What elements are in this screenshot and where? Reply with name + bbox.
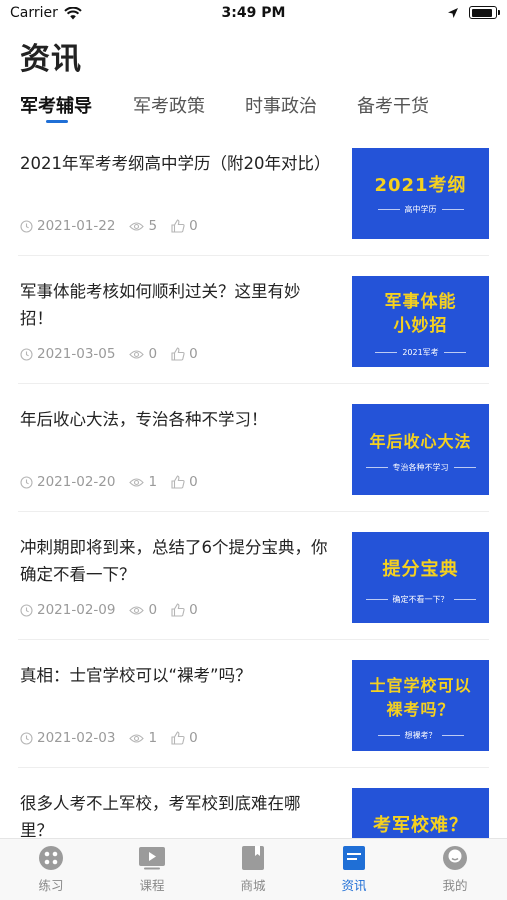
- article-meta: 2021-02-20 1 0: [20, 474, 212, 490]
- tabbar-label: 课程: [139, 878, 165, 893]
- eye-icon: [129, 349, 145, 359]
- thumbnail-subtitle: 专治各种不学习: [352, 462, 489, 473]
- profile-icon: [443, 846, 467, 870]
- article-thumbnail[interactable]: 2021考纲 高中学历: [352, 148, 489, 239]
- article-thumbnail[interactable]: 年后收心大法 专治各种不学习: [352, 404, 489, 495]
- tab-military-exam-tutoring[interactable]: 军考辅导: [20, 92, 92, 118]
- eye-icon: [129, 605, 145, 615]
- article-views: 1: [148, 730, 158, 746]
- article-views: 5: [148, 218, 158, 234]
- article-item[interactable]: 年后收心大法，专治各种不学习！ 2021-02-20 1 0 年后收心大法 专治…: [0, 384, 507, 512]
- thumbnail-headline-line-2: 裸考吗？: [386, 700, 455, 719]
- article-item[interactable]: 真相：士官学校可以“裸考”吗？ 2021-02-03 1 0 士官学校可以 裸考…: [0, 640, 507, 768]
- news-icon: [343, 846, 365, 870]
- thumbnail-headline: 军事体能: [384, 292, 457, 312]
- tabbar-label: 我的: [442, 878, 468, 893]
- clock-icon: [20, 603, 33, 617]
- article-meta: 2021-02-09 0 0: [20, 602, 212, 618]
- thumbnail-subtitle: 2021军考: [352, 347, 489, 358]
- article-date: 2021-03-05: [37, 346, 116, 362]
- article-item[interactable]: 冲刺期即将到来，总结了6个提分宝典，你确定不看一下？ 2021-02-09 0 …: [0, 512, 507, 640]
- tabbar-label: 练习: [38, 878, 64, 893]
- bottom-tab-bar: 练习 课程 商城 资讯 我的: [0, 838, 507, 900]
- article-item[interactable]: 2021年军考考纲高中学历（附20年对比） 2021-01-22 5 0 202…: [0, 128, 507, 256]
- tabbar-news[interactable]: 资讯: [314, 845, 394, 894]
- article-date: 2021-02-09: [37, 602, 116, 618]
- thumbs-up-icon: [171, 475, 185, 489]
- article-date: 2021-02-20: [37, 474, 116, 490]
- article-views: 0: [148, 602, 158, 618]
- article-item[interactable]: 军事体能考核如何顺利过关？这里有妙招！ 2021-03-05 0 0 军事体能 …: [0, 256, 507, 384]
- location-arrow-icon: [448, 7, 458, 18]
- article-title: 军事体能考核如何顺利过关？这里有妙招！: [20, 282, 301, 328]
- article-likes: 0: [189, 474, 198, 490]
- thumbnail-headline: 2021考纲: [374, 175, 467, 196]
- status-time: 3:49 PM: [221, 5, 286, 21]
- article-likes: 0: [189, 346, 198, 362]
- article-likes: 0: [189, 730, 198, 746]
- battery-icon: [469, 6, 500, 19]
- tabbar-practice[interactable]: 练习: [11, 845, 91, 894]
- clock-icon: [20, 347, 33, 361]
- article-thumbnail[interactable]: 考军校难？: [352, 788, 489, 838]
- article-list[interactable]: 2021年军考考纲高中学历（附20年对比） 2021-01-22 5 0 202…: [0, 128, 507, 838]
- thumbnail-headline: 提分宝典: [382, 559, 459, 580]
- article-date: 2021-02-03: [37, 730, 116, 746]
- clock-icon: [20, 731, 33, 745]
- tab-military-exam-policy[interactable]: 军考政策: [133, 92, 205, 118]
- article-meta: 2021-01-22 5 0: [20, 218, 212, 234]
- thumbnail-headline: 年后收心大法: [369, 432, 472, 451]
- tabbar-label: 资讯: [341, 878, 367, 893]
- thumbnail-subtitle: 确定不看一下？: [352, 594, 489, 605]
- article-thumbnail[interactable]: 军事体能 小妙招 2021军考: [352, 276, 489, 367]
- battery-level: [471, 8, 493, 17]
- tab-exam-prep-tips[interactable]: 备考干货: [357, 92, 429, 118]
- tabbar-label: 商城: [240, 878, 266, 893]
- article-title: 2021年军考考纲高中学历（附20年对比）: [20, 154, 331, 173]
- status-bar: Carrier 3:49 PM: [0, 0, 507, 28]
- shop-book-icon: [242, 846, 264, 870]
- article-meta: 2021-02-03 1 0: [20, 730, 212, 746]
- clock-icon: [20, 475, 33, 489]
- clock-icon: [20, 219, 33, 233]
- practice-icon: [39, 846, 63, 870]
- thumbs-up-icon: [171, 603, 185, 617]
- thumbnail-headline-line-2: 小妙招: [393, 316, 448, 336]
- tabbar-shop[interactable]: 商城: [213, 845, 293, 894]
- eye-icon: [129, 477, 145, 487]
- eye-icon: [129, 733, 145, 743]
- article-title: 真相：士官学校可以“裸考”吗？: [20, 666, 252, 685]
- page-title: 资讯: [20, 42, 82, 77]
- thumbnail-headline: 考军校难？: [373, 815, 468, 836]
- thumbnail-subtitle: 想裸考？: [352, 730, 489, 741]
- status-right: [447, 6, 500, 19]
- course-play-icon: [139, 847, 165, 870]
- thumbnail-headline: 士官学校可以: [369, 676, 472, 695]
- tabbar-course[interactable]: 课程: [112, 845, 192, 894]
- article-likes: 0: [189, 218, 198, 234]
- article-views: 0: [148, 346, 158, 362]
- article-likes: 0: [189, 602, 198, 618]
- article-title: 年后收心大法，专治各种不学习！: [20, 410, 268, 429]
- article-title: 冲刺期即将到来，总结了6个提分宝典，你确定不看一下？: [20, 538, 328, 584]
- thumbnail-subtitle: 高中学历: [352, 204, 489, 215]
- article-thumbnail[interactable]: 提分宝典 确定不看一下？: [352, 532, 489, 623]
- category-tabs: 军考辅导 军考政策 时事政治 备考干货: [0, 92, 507, 128]
- eye-icon: [129, 221, 145, 231]
- thumbs-up-icon: [171, 731, 185, 745]
- tab-current-affairs[interactable]: 时事政治: [245, 92, 317, 118]
- article-meta: 2021-03-05 0 0: [20, 346, 212, 362]
- article-views: 1: [148, 474, 158, 490]
- thumbs-up-icon: [171, 347, 185, 361]
- article-date: 2021-01-22: [37, 218, 116, 234]
- thumbs-up-icon: [171, 219, 185, 233]
- tabbar-profile[interactable]: 我的: [415, 845, 495, 894]
- article-item[interactable]: 很多人考不上军校，考军校到底难在哪里？ 考军校难？: [0, 768, 507, 838]
- article-thumbnail[interactable]: 士官学校可以 裸考吗？ 想裸考？: [352, 660, 489, 751]
- article-title: 很多人考不上军校，考军校到底难在哪里？: [20, 794, 301, 838]
- active-tab-indicator: [46, 120, 68, 123]
